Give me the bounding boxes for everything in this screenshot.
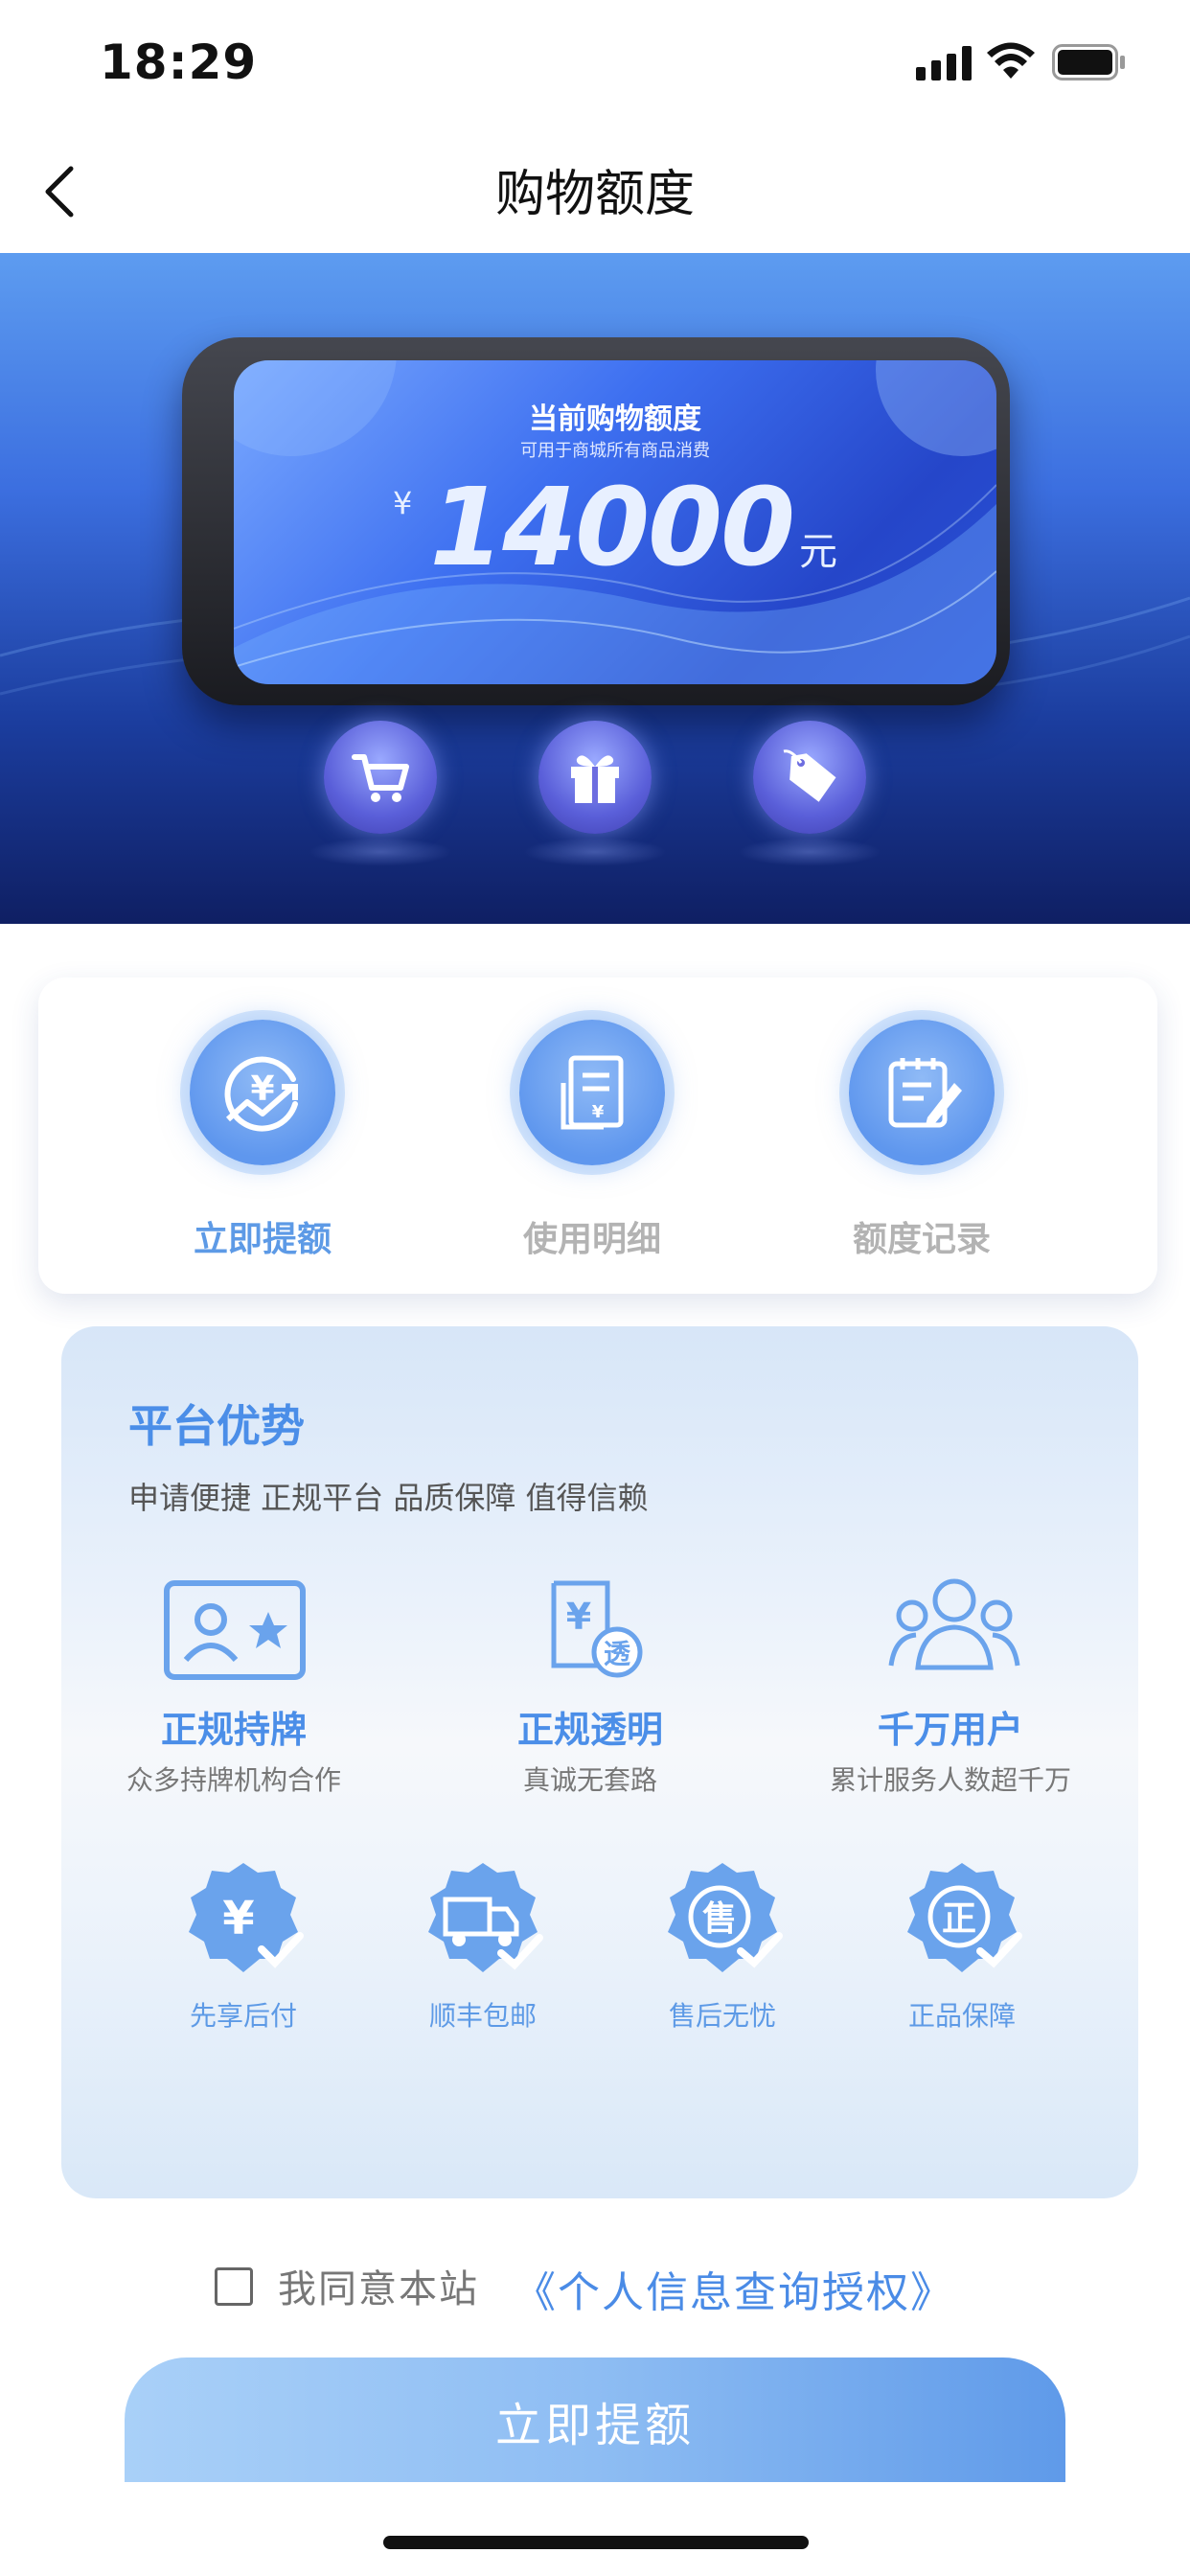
limit-record-icon	[849, 1020, 995, 1165]
wifi-icon	[987, 42, 1035, 79]
svg-text:售: 售	[702, 1899, 737, 1939]
action-label: 额度记录	[852, 1220, 991, 1259]
feature-desc: 众多持牌机构合作	[126, 1764, 341, 1796]
badge-label: 顺丰包邮	[428, 2000, 537, 2032]
action-raise-limit[interactable]: ¥ 立即提额	[119, 978, 406, 1294]
credit-banner: 当前购物额度 可用于商城所有商品消费 ¥14000 元	[0, 253, 1190, 924]
actions-row: ¥ 立即提额 ¥ 使用明细 额度记录	[38, 978, 1157, 1294]
credit-amount: 14000	[429, 466, 795, 590]
badge-item: 售 售后无忧	[627, 1857, 818, 2049]
status-time: 18:29	[100, 34, 258, 90]
cellular-signal-icon	[916, 46, 972, 80]
feature-title: 正规持牌	[160, 1709, 307, 1751]
feature-item: 千万用户 累计服务人数超千万	[778, 1578, 1123, 1828]
battery-icon	[1052, 44, 1125, 80]
badge-item: ¥ 先享后付	[148, 1857, 339, 2049]
delivery-truck-badge-icon	[428, 1863, 543, 1972]
amount-unit: 元	[799, 530, 837, 574]
feature-title: 千万用户	[877, 1709, 1023, 1751]
feature-desc: 累计服务人数超千万	[829, 1764, 1071, 1796]
action-label: 立即提额	[193, 1220, 332, 1259]
svg-text:透: 透	[604, 1638, 631, 1669]
gift-reflection	[523, 838, 667, 866]
quick-actions-card: ¥ 立即提额 ¥ 使用明细 额度记录	[38, 978, 1157, 1294]
yuan-badge-icon: ¥	[189, 1863, 304, 1972]
platform-advantages-panel: 平台优势 申请便捷 正规平台 品质保障 值得信赖 正规持牌 众多持牌机构合作 ¥…	[61, 1326, 1138, 2198]
phone-illustration: 当前购物额度 可用于商城所有商品消费 ¥14000 元	[182, 337, 1010, 705]
feature-item: 正规持牌 众多持牌机构合作	[61, 1579, 406, 1828]
advantages-title: 平台优势	[128, 1400, 305, 1452]
svg-text:¥: ¥	[222, 1892, 254, 1945]
credit-amount-row: ¥14000 元	[234, 466, 996, 590]
badge-label: 先享后付	[189, 2000, 297, 2032]
after-sales-badge-icon: 售	[668, 1863, 783, 1972]
badges-row: ¥ 先享后付 顺丰包邮 售 售后无忧 正 正品保障	[61, 1857, 1138, 2049]
cart-reflection	[309, 838, 452, 866]
tag-icon	[753, 721, 866, 834]
genuine-badge-icon: 正	[907, 1863, 1022, 1972]
tag-reflection	[738, 838, 881, 866]
feature-item: ¥ 透 正规透明 真诚无套路	[418, 1579, 763, 1828]
currency-symbol: ¥	[392, 485, 413, 521]
privacy-authorization-link[interactable]: 《个人信息查询授权》	[514, 2258, 954, 2319]
badge-item: 顺丰包邮	[387, 1857, 579, 2049]
page-title: 购物额度	[494, 166, 695, 223]
raise-limit-button[interactable]: 立即提额	[125, 2358, 1065, 2482]
advantages-subtitle: 申请便捷 正规平台 品质保障 值得信赖	[128, 1480, 649, 1516]
feature-title: 正规透明	[516, 1709, 663, 1751]
users-icon	[888, 1578, 1020, 1670]
credit-card-title: 当前购物额度	[529, 402, 701, 436]
svg-text:¥: ¥	[566, 1596, 591, 1638]
home-indicator	[383, 2536, 809, 2549]
agreement-text: 我同意本站	[278, 2267, 479, 2312]
cart-icon	[324, 721, 437, 834]
action-label: 使用明细	[522, 1220, 661, 1259]
badge-item: 正 正品保障	[866, 1857, 1058, 2049]
features-row: 正规持牌 众多持牌机构合作 ¥ 透 正规透明 真诚无套路 千万用户 累计服务人数…	[61, 1578, 1138, 1828]
action-usage-detail[interactable]: ¥ 使用明细	[448, 978, 736, 1294]
transparent-icon: ¥ 透	[551, 1580, 643, 1678]
feature-desc: 真诚无套路	[522, 1764, 657, 1796]
badge-label: 正品保障	[907, 2000, 1016, 2032]
action-limit-record[interactable]: 额度记录	[778, 978, 1065, 1294]
back-button[interactable]	[34, 153, 92, 230]
usage-detail-icon: ¥	[519, 1020, 665, 1165]
credit-card-subtitle: 可用于商城所有商品消费	[520, 441, 710, 461]
gift-icon	[538, 721, 652, 834]
phone-screen: 当前购物额度 可用于商城所有商品消费 ¥14000 元	[234, 360, 996, 684]
license-icon	[164, 1580, 306, 1680]
agreement-checkbox[interactable]	[215, 2267, 253, 2306]
svg-text:¥: ¥	[592, 1102, 605, 1122]
raise-limit-icon: ¥	[190, 1020, 335, 1165]
svg-text:正: 正	[942, 1899, 976, 1939]
badge-label: 售后无忧	[668, 2000, 776, 2032]
